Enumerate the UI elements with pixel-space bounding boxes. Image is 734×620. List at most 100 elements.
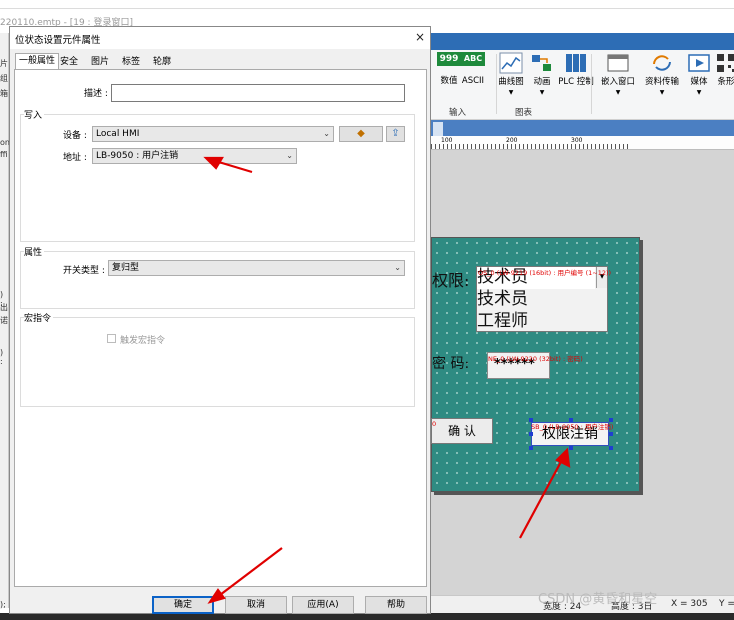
ribbon-toolbar: 999 数值 ABC ASCII 曲线图 ▼ 动画 ▼ PLC 控制 嵌入窗口 …	[431, 50, 734, 120]
horizontal-ruler: 100 200 300	[431, 136, 734, 150]
ascii-icon: ABC	[461, 52, 485, 66]
ribbon-label: 动画	[533, 77, 551, 87]
property-group-title: 属性	[24, 245, 45, 258]
left-strip-text: );	[0, 600, 6, 609]
ribbon-group-label: 输入	[449, 108, 467, 118]
ribbon-data-transfer-button[interactable]: 资料传输 ▼	[642, 52, 682, 98]
ribbon-label: ASCII	[461, 76, 485, 86]
document-tab-bar	[431, 120, 734, 136]
eraser-icon: ◆	[357, 128, 365, 139]
ribbon-ascii-button[interactable]: ABC ASCII	[453, 52, 493, 86]
help-button[interactable]: 帮助	[365, 596, 427, 614]
ok-button[interactable]: 确定	[152, 596, 214, 614]
tab-outline[interactable]: 轮廓	[150, 55, 174, 70]
ruler-mark: 100	[441, 137, 453, 144]
dialog-titlebar[interactable]: 位状态设置元件属性 ×	[10, 27, 430, 49]
permission-object-tag: OS_0 (LW-9219 (16bit) : 用户编号 (1~12))	[478, 269, 612, 277]
macro-group	[20, 317, 415, 407]
cancel-button[interactable]: 取消	[225, 596, 287, 614]
switch-type-value: 复归型	[112, 263, 140, 273]
animation-icon	[532, 55, 551, 71]
chevron-down-icon: ▼	[615, 89, 621, 96]
ribbon-separator	[591, 54, 592, 114]
switch-type-label: 开关类型 :	[63, 266, 105, 276]
ribbon-embed-window-button[interactable]: 嵌入窗口 ▼	[598, 52, 638, 98]
description-label: 描述 :	[84, 89, 108, 99]
ruler-ticks	[431, 144, 631, 149]
app-left-panel: 片 组 箱 on ffi ) : 出 诺 ) : );	[0, 33, 10, 609]
data-transfer-icon	[653, 55, 671, 71]
password-object-tag: NE_0 (LW-9220 (32bit) : 密码)	[488, 355, 583, 363]
left-strip-text: ffi	[0, 150, 8, 159]
tab-security[interactable]: 安全	[57, 55, 81, 70]
taskbar-edge	[0, 613, 734, 620]
ribbon-barcode-button[interactable]: 条形	[706, 52, 734, 87]
selection-handle[interactable]	[529, 432, 533, 436]
logout-object-tag: SB_0 (LB-9050 : 用户注销)	[531, 423, 614, 431]
tab-general[interactable]: 一般属性	[15, 53, 60, 70]
bit-switch-properties-dialog[interactable]: 位状态设置元件属性 × 一般属性 安全 图片 标签 轮廓 描述 : 写入 设备 …	[9, 26, 431, 614]
status-x: X = 305	[671, 599, 708, 609]
chevron-down-icon: ⌄	[323, 129, 330, 138]
address-value: LB-9050 : 用户注销	[96, 151, 179, 161]
ribbon-label: 资料传输	[644, 77, 679, 87]
ruler-mark: 200	[506, 137, 518, 144]
ribbon-label: 曲线图	[498, 77, 524, 87]
write-group-title: 写入	[24, 108, 45, 121]
status-y: Y =	[719, 599, 734, 609]
tab-label[interactable]: 标签	[119, 55, 143, 70]
device-select[interactable]: Local HMI ⌄	[92, 126, 334, 142]
chevron-down-icon: ▼	[696, 89, 702, 96]
chevron-down-icon: ⌄	[286, 151, 293, 160]
document-tab[interactable]	[433, 122, 443, 136]
selection-handle[interactable]	[529, 418, 533, 422]
apply-button[interactable]: 应用(A)	[292, 596, 354, 614]
upload-icon: ⇪	[391, 128, 400, 139]
chevron-down-icon: ▼	[659, 89, 665, 96]
permission-label: 权限:	[432, 271, 470, 290]
selection-handle[interactable]	[529, 446, 533, 450]
macro-checkbox[interactable]	[107, 334, 116, 343]
tab-picture[interactable]: 图片	[88, 55, 112, 70]
password-label: 密 码:	[432, 356, 470, 372]
device-settings-button[interactable]: ◆	[339, 126, 383, 142]
address-select[interactable]: LB-9050 : 用户注销 ⌄	[92, 148, 297, 164]
left-strip-text: ) :	[0, 348, 4, 366]
left-strip-text: 组	[0, 74, 8, 83]
selection-handle[interactable]	[569, 418, 573, 422]
address-label: 地址 :	[63, 153, 87, 163]
trend-chart-icon	[499, 52, 523, 74]
plc-control-icon	[566, 54, 586, 72]
permission-option[interactable]: 工程师	[477, 310, 528, 332]
left-strip-text: 片	[0, 59, 8, 68]
ribbon-group-label: 图表	[515, 108, 533, 118]
left-strip-text: 诺	[0, 316, 8, 325]
chevron-down-icon: ⌄	[394, 263, 401, 272]
device-info-button[interactable]: ⇪	[386, 126, 405, 142]
ribbon-label: 媒体	[690, 77, 708, 87]
ruler-mark: 300	[571, 137, 583, 144]
device-value: Local HMI	[96, 129, 140, 139]
switch-type-select[interactable]: 复归型 ⌄	[108, 260, 405, 276]
selection-handle[interactable]	[609, 446, 613, 450]
ribbon-label: PLC 控制	[558, 77, 594, 87]
permission-option[interactable]: 技术员	[477, 288, 528, 310]
general-tab-panel: 描述 : 写入 设备 : Local HMI ⌄ ◆ ⇪ 地址 : LB-905…	[14, 69, 427, 587]
device-label: 设备 :	[63, 131, 87, 141]
embed-window-icon	[607, 54, 629, 72]
macro-group-title: 宏指令	[24, 311, 54, 324]
selection-handle[interactable]	[609, 418, 613, 422]
left-strip-text: 箱	[0, 89, 8, 98]
description-input[interactable]	[111, 84, 405, 102]
close-icon[interactable]: ×	[412, 29, 428, 45]
macro-checkbox-label: 触发宏指令	[120, 336, 166, 346]
barcode-icon	[717, 54, 734, 72]
left-strip-text: 出	[0, 303, 8, 312]
dialog-title: 位状态设置元件属性	[15, 35, 101, 46]
chevron-down-icon: ▼	[539, 89, 545, 96]
confirm-object-tag: 0	[432, 420, 437, 428]
selection-handle[interactable]	[569, 446, 573, 450]
confirm-button[interactable]: 确 认	[431, 418, 493, 444]
ribbon-plc-control-button[interactable]: PLC 控制	[556, 52, 596, 87]
selection-handle[interactable]	[609, 432, 613, 436]
